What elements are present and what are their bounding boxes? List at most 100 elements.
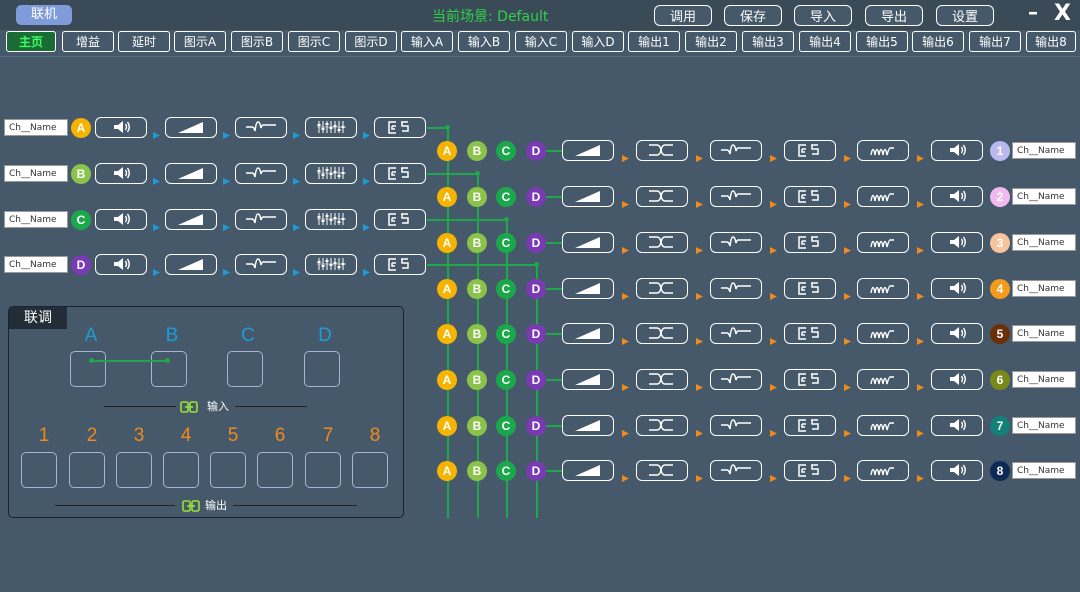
output-block-gain-ramp[interactable] xyxy=(562,232,614,253)
output-block-limiter[interactable] xyxy=(857,186,909,207)
bus-badge-C[interactable]: C xyxy=(496,370,516,390)
output-block-limiter[interactable] xyxy=(857,323,909,344)
output-block-crossover[interactable] xyxy=(636,186,688,207)
bus-badge-D[interactable]: D xyxy=(526,416,546,436)
output-block-speaker[interactable] xyxy=(931,232,983,253)
output-block-crossover[interactable] xyxy=(636,232,688,253)
bus-badge-C[interactable]: C xyxy=(496,416,516,436)
bus-badge-C[interactable]: C xyxy=(496,324,516,344)
action-button-2[interactable]: 导入 xyxy=(794,5,852,26)
bus-badge-C[interactable]: C xyxy=(496,279,516,299)
output-badge-8[interactable]: 8 xyxy=(990,461,1010,481)
output-block-speaker[interactable] xyxy=(931,140,983,161)
output-block-limiter[interactable] xyxy=(857,415,909,436)
output-badge-2[interactable]: 2 xyxy=(990,187,1010,207)
input-block-delay[interactable] xyxy=(374,209,426,230)
output-block-delay[interactable] xyxy=(784,232,836,253)
bus-badge-C[interactable]: C xyxy=(496,141,516,161)
output-block-speaker[interactable] xyxy=(931,369,983,390)
output-block-eq-curve[interactable] xyxy=(710,323,762,344)
bus-badge-D[interactable]: D xyxy=(526,324,546,344)
output-name-field[interactable]: Ch__Name xyxy=(1012,234,1076,251)
link-input-slot-D[interactable] xyxy=(304,351,340,387)
bus-badge-B[interactable]: B xyxy=(467,141,487,161)
input-block-speaker[interactable] xyxy=(95,117,147,138)
tab-16[interactable]: 输出6 xyxy=(912,31,964,52)
link-output-slot-3[interactable] xyxy=(116,452,152,488)
tab-9[interactable]: 输入C xyxy=(515,31,567,52)
output-badge-6[interactable]: 6 xyxy=(990,370,1010,390)
output-block-limiter[interactable] xyxy=(857,460,909,481)
output-block-eq-curve[interactable] xyxy=(710,415,762,436)
output-block-speaker[interactable] xyxy=(931,186,983,207)
output-name-field[interactable]: Ch__Name xyxy=(1012,325,1076,342)
output-block-limiter[interactable] xyxy=(857,278,909,299)
bus-badge-C[interactable]: C xyxy=(496,233,516,253)
output-name-field[interactable]: Ch__Name xyxy=(1012,371,1076,388)
tab-11[interactable]: 输出1 xyxy=(628,31,680,52)
input-block-speaker[interactable] xyxy=(95,209,147,230)
output-block-eq-curve[interactable] xyxy=(710,186,762,207)
output-block-gain-ramp[interactable] xyxy=(562,140,614,161)
input-block-delay[interactable] xyxy=(374,254,426,275)
bus-badge-D[interactable]: D xyxy=(526,370,546,390)
output-block-limiter[interactable] xyxy=(857,369,909,390)
tab-18[interactable]: 输出8 xyxy=(1026,31,1076,52)
output-block-eq-curve[interactable] xyxy=(710,278,762,299)
tab-15[interactable]: 输出5 xyxy=(856,31,908,52)
bus-badge-A[interactable]: A xyxy=(437,141,457,161)
output-block-gain-ramp[interactable] xyxy=(562,278,614,299)
input-block-fader-bank[interactable] xyxy=(305,254,357,275)
close-button[interactable]: X xyxy=(1054,1,1071,26)
minimize-button[interactable]: – xyxy=(1028,0,1038,24)
tab-6[interactable]: 图示D xyxy=(345,31,397,52)
bus-badge-A[interactable]: A xyxy=(437,187,457,207)
tab-7[interactable]: 输入A xyxy=(401,31,453,52)
input-block-fader-bank[interactable] xyxy=(305,209,357,230)
output-block-limiter[interactable] xyxy=(857,232,909,253)
output-block-crossover[interactable] xyxy=(636,323,688,344)
tab-13[interactable]: 输出3 xyxy=(742,31,794,52)
tab-0[interactable]: 主页 xyxy=(6,31,56,52)
bus-badge-C[interactable]: C xyxy=(496,461,516,481)
tab-17[interactable]: 输出7 xyxy=(969,31,1021,52)
output-block-delay[interactable] xyxy=(784,186,836,207)
bus-badge-A[interactable]: A xyxy=(437,461,457,481)
output-block-speaker[interactable] xyxy=(931,278,983,299)
bus-badge-B[interactable]: B xyxy=(467,279,487,299)
link-output-slot-5[interactable] xyxy=(210,452,246,488)
tab-4[interactable]: 图示B xyxy=(231,31,283,52)
input-name-field[interactable]: Ch__Name xyxy=(4,256,68,273)
output-block-speaker[interactable] xyxy=(931,323,983,344)
bus-badge-B[interactable]: B xyxy=(467,416,487,436)
output-name-field[interactable]: Ch__Name xyxy=(1012,280,1076,297)
output-block-gain-ramp[interactable] xyxy=(562,460,614,481)
tab-10[interactable]: 输入D xyxy=(572,31,624,52)
link-output-slot-7[interactable] xyxy=(305,452,341,488)
output-badge-3[interactable]: 3 xyxy=(990,233,1010,253)
bus-badge-A[interactable]: A xyxy=(437,416,457,436)
input-block-gain-ramp[interactable] xyxy=(165,254,217,275)
action-button-0[interactable]: 调用 xyxy=(654,5,712,26)
output-badge-7[interactable]: 7 xyxy=(990,416,1010,436)
input-block-eq-curve[interactable] xyxy=(235,163,287,184)
output-block-gain-ramp[interactable] xyxy=(562,323,614,344)
tab-8[interactable]: 输入B xyxy=(458,31,510,52)
input-block-gain-ramp[interactable] xyxy=(165,117,217,138)
bus-badge-B[interactable]: B xyxy=(467,187,487,207)
input-name-field[interactable]: Ch__Name xyxy=(4,165,68,182)
output-name-field[interactable]: Ch__Name xyxy=(1012,417,1076,434)
tab-2[interactable]: 延时 xyxy=(118,31,170,52)
tab-3[interactable]: 图示A xyxy=(174,31,226,52)
input-block-delay[interactable] xyxy=(374,163,426,184)
input-block-delay[interactable] xyxy=(374,117,426,138)
output-block-eq-curve[interactable] xyxy=(710,232,762,253)
output-block-delay[interactable] xyxy=(784,415,836,436)
link-output-slot-8[interactable] xyxy=(352,452,388,488)
output-block-crossover[interactable] xyxy=(636,460,688,481)
input-name-field[interactable]: Ch__Name xyxy=(4,211,68,228)
link-input-slot-C[interactable] xyxy=(227,351,263,387)
input-badge-C[interactable]: C xyxy=(71,210,91,230)
link-output-slot-2[interactable] xyxy=(69,452,105,488)
link-output-slot-1[interactable] xyxy=(21,452,57,488)
